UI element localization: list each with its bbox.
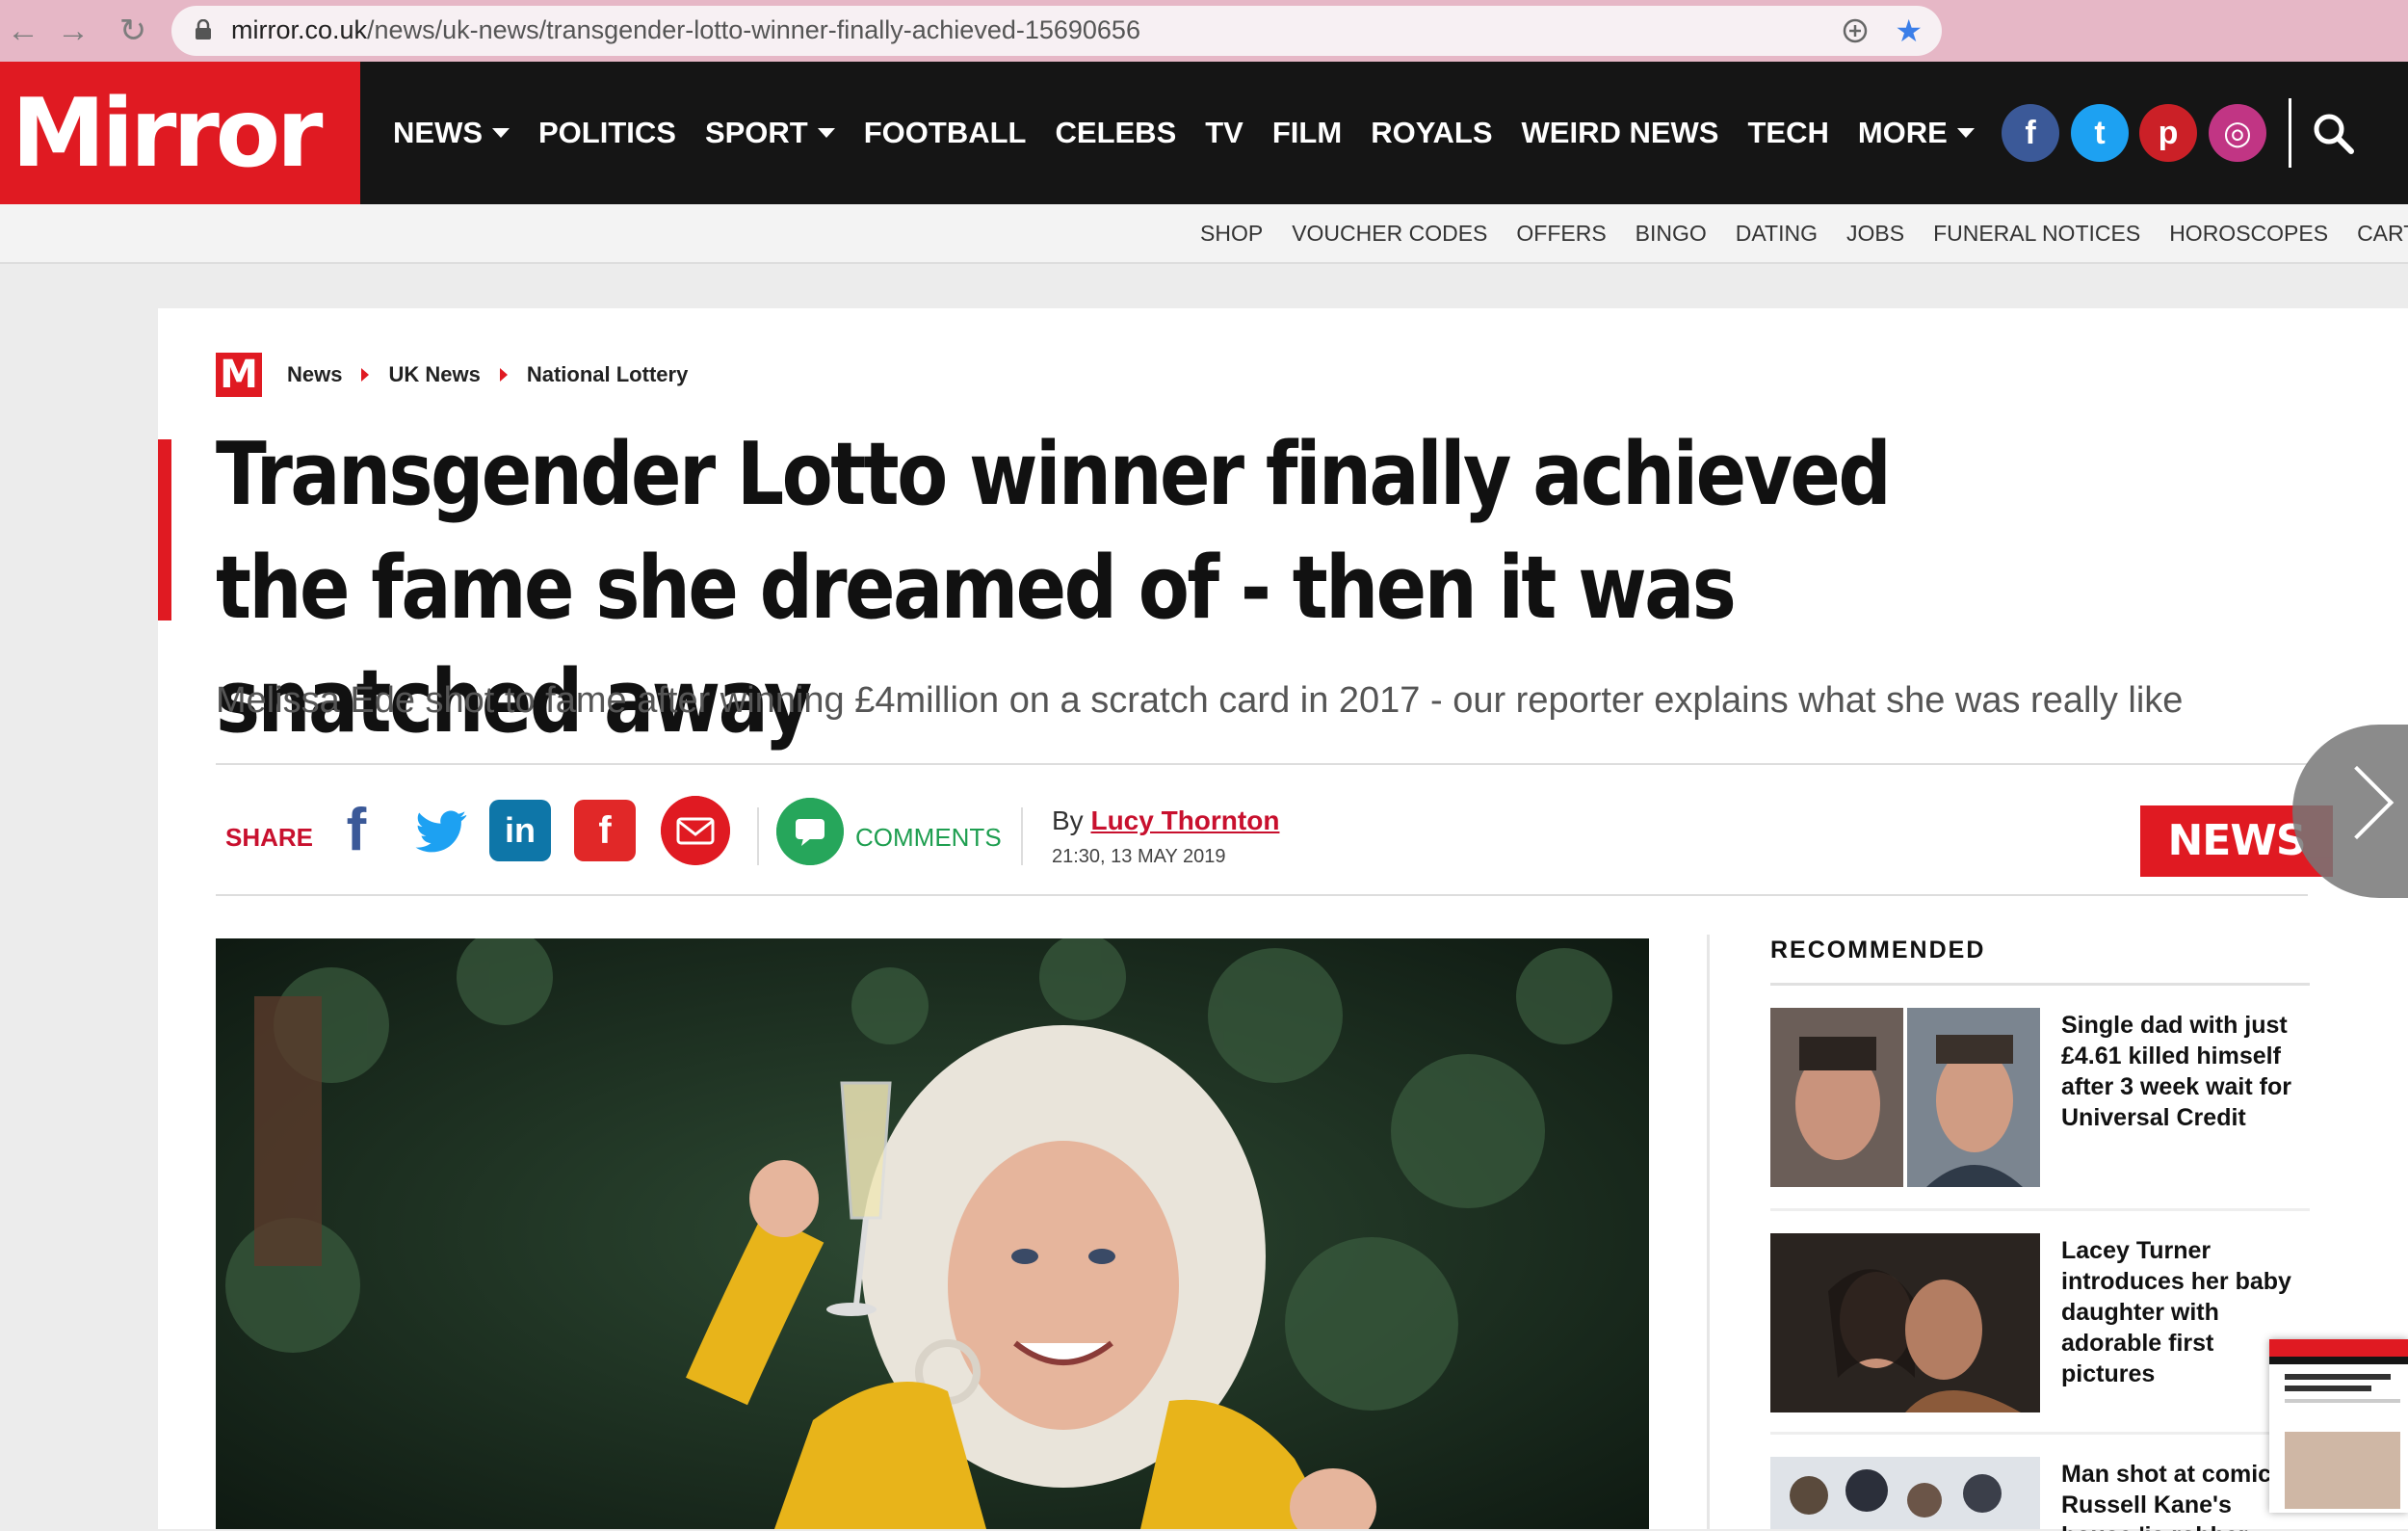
add-icon[interactable] <box>1842 17 1869 44</box>
publish-date: 21:30, 13 MAY 2019 <box>1052 846 1226 867</box>
nav-item-sport[interactable]: SPORT <box>705 116 835 150</box>
chevron-right-icon <box>499 368 508 382</box>
bookmark-star-icon[interactable]: ★ <box>1895 15 1923 46</box>
comments-link[interactable]: COMMENTS <box>855 823 1002 853</box>
lock-icon <box>196 19 211 40</box>
chevron-right-icon <box>361 368 370 382</box>
share-flipboard-icon[interactable]: f <box>574 800 636 861</box>
video-popup-thumbnail[interactable] <box>2269 1339 2408 1513</box>
subnav-dating[interactable]: DATING <box>1736 221 1818 247</box>
author-link[interactable]: Lucy Thornton <box>1090 805 1279 835</box>
breadcrumb-news[interactable]: News <box>287 362 342 387</box>
nav-label: NEWS <box>393 116 483 149</box>
column-divider <box>1707 935 1710 1529</box>
site-header: Mirror NEWS POLITICS SPORT FOOTBALL CELE… <box>0 62 2408 204</box>
share-label: SHARE <box>225 823 314 852</box>
hero-photo <box>216 938 1649 1529</box>
share-twitter-icon[interactable] <box>410 800 472 861</box>
caret-down-icon <box>1956 128 1975 138</box>
divider <box>1770 1208 2310 1211</box>
nav-label: ROYALS <box>1371 116 1493 149</box>
by-prefix: By <box>1052 805 1084 835</box>
subnav-offers[interactable]: OFFERS <box>1516 221 1606 247</box>
breadcrumb-national-lottery[interactable]: National Lottery <box>527 362 688 387</box>
nav-item-weird-news[interactable]: WEIRD NEWS <box>1522 116 1719 150</box>
nav-item-tech[interactable]: TECH <box>1747 116 1828 150</box>
nav-divider <box>2289 98 2291 168</box>
nav-label: FOOTBALL <box>863 116 1027 149</box>
url-host: mirror.co.uk <box>231 15 368 44</box>
instagram-icon[interactable]: ◎ <box>2209 104 2266 162</box>
nav-label: TV <box>1205 116 1243 149</box>
nav-label: POLITICS <box>538 116 676 149</box>
search-icon[interactable] <box>2310 110 2356 156</box>
breadcrumb: M News UK News National Lottery <box>216 353 688 397</box>
back-icon[interactable]: ← <box>4 12 42 50</box>
headline-accent-bar <box>158 439 171 620</box>
divider <box>1770 983 2310 986</box>
nav-label: FILM <box>1271 116 1343 149</box>
pinterest-icon[interactable]: p <box>2139 104 2197 162</box>
mirror-m-logo[interactable]: M <box>216 353 262 397</box>
nav-item-politics[interactable]: POLITICS <box>538 116 676 150</box>
caret-down-icon <box>492 128 510 138</box>
nav-item-football[interactable]: FOOTBALL <box>864 116 1027 150</box>
reload-icon[interactable]: ↻ <box>114 12 152 50</box>
nav-item-news[interactable]: NEWS <box>393 116 510 150</box>
subnav-funeral-notices[interactable]: FUNERAL NOTICES <box>1933 221 2140 247</box>
divider <box>216 894 2308 896</box>
nav-label: MORE <box>1857 116 1948 149</box>
caret-down-icon <box>817 128 835 138</box>
recommended-headline[interactable]: Man shot at comic Russell Kane's house '… <box>2061 1459 2273 1531</box>
nav-item-film[interactable]: FILM <box>1272 116 1342 150</box>
subnav-horoscopes[interactable]: HOROSCOPES <box>2169 221 2328 247</box>
recommended-headline[interactable]: Single dad with just £4.61 killed himsel… <box>2061 1010 2314 1133</box>
recommended-thumbnail[interactable] <box>1770 1457 2040 1529</box>
divider <box>1770 1432 2310 1435</box>
recommended-thumbnail[interactable] <box>1770 1008 2040 1187</box>
nav-item-royals[interactable]: ROYALS <box>1371 116 1492 150</box>
nav-label: CELEBS <box>1055 116 1177 149</box>
byline: By Lucy Thornton <box>1052 805 1279 836</box>
secondary-nav: SHOP VOUCHER CODES OFFERS BINGO DATING J… <box>0 204 2408 264</box>
recommended-title: RECOMMENDED <box>1770 937 1986 963</box>
divider <box>216 763 2308 765</box>
subnav-cartoons[interactable]: CARTOONS <box>2357 221 2408 247</box>
hero-image <box>216 938 1649 1529</box>
nav-label: WEIRD NEWS <box>1521 116 1719 149</box>
nav-item-more[interactable]: MORE <box>1858 116 1975 150</box>
subnav-bingo[interactable]: BINGO <box>1636 221 1707 247</box>
breadcrumb-uk-news[interactable]: UK News <box>388 362 480 387</box>
browser-toolbar: ← → ↻ mirror.co.uk/news/uk-news/transgen… <box>0 0 2408 62</box>
logo-text: Mirror <box>12 79 323 189</box>
share-bar: SHARE f in f COMMENTS By Lucy Thornton 2… <box>216 780 2333 892</box>
article-standfirst: Melissa Ede shot to fame after winning £… <box>216 680 2184 721</box>
facebook-icon[interactable]: f <box>2002 104 2059 162</box>
divider <box>757 807 759 865</box>
nav-item-celebs[interactable]: CELEBS <box>1056 116 1177 150</box>
nav-label: TECH <box>1747 116 1829 149</box>
main-nav: NEWS POLITICS SPORT FOOTBALL CELEBS TV F… <box>393 62 2003 204</box>
subnav-voucher-codes[interactable]: VOUCHER CODES <box>1292 221 1487 247</box>
divider <box>1021 807 1023 865</box>
twitter-icon[interactable]: t <box>2071 104 2129 162</box>
url-text: mirror.co.uk/news/uk-news/transgender-lo… <box>231 15 1140 45</box>
subnav-shop[interactable]: SHOP <box>1200 221 1263 247</box>
share-email-icon[interactable] <box>661 796 730 865</box>
share-linkedin-icon[interactable]: in <box>489 800 551 861</box>
share-facebook-icon[interactable]: f <box>326 800 387 861</box>
nav-label: SPORT <box>704 116 808 149</box>
recommended-thumbnail[interactable] <box>1770 1233 2040 1412</box>
subnav-jobs[interactable]: JOBS <box>1846 221 1904 247</box>
nav-item-tv[interactable]: TV <box>1205 116 1243 150</box>
address-bar[interactable]: mirror.co.uk/news/uk-news/transgender-lo… <box>171 6 1942 56</box>
url-path: /news/uk-news/transgender-lotto-winner-f… <box>367 15 1140 44</box>
forward-icon[interactable]: → <box>54 12 92 50</box>
comments-icon[interactable] <box>776 798 844 865</box>
mirror-logo[interactable]: Mirror <box>0 62 360 204</box>
